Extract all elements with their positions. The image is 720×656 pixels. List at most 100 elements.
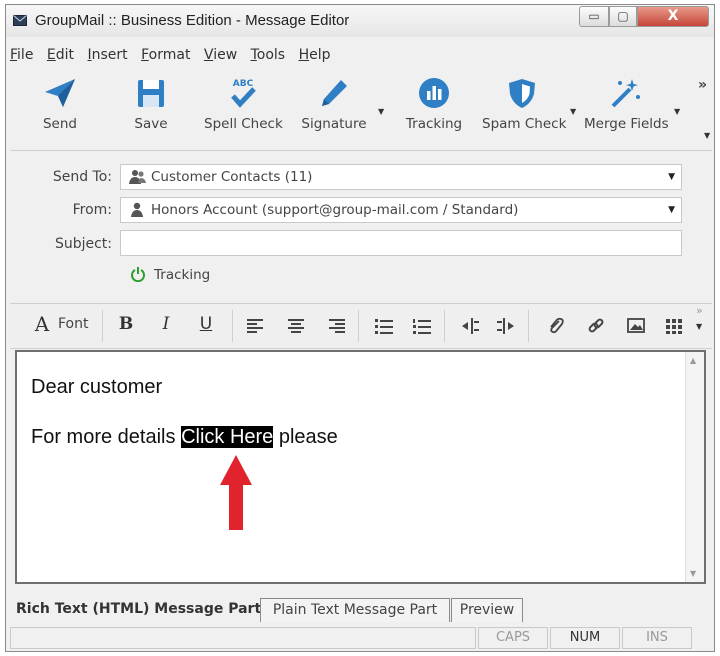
image-icon[interactable] <box>624 317 648 335</box>
main-toolbar: Send Save ABC Spell Check Signature ▼ Tr… <box>18 77 710 143</box>
tracking-indicator[interactable]: Tracking <box>130 266 210 283</box>
align-center-icon[interactable] <box>284 318 308 334</box>
font-label[interactable]: Font <box>58 316 88 332</box>
send-to-label: Send To: <box>52 169 112 185</box>
table-icon[interactable] <box>662 317 686 335</box>
menu-edit[interactable]: Edit <box>47 47 74 63</box>
subject-input[interactable] <box>120 230 682 256</box>
format-toolbar: A Font B I U » ▼ <box>10 303 712 349</box>
toolbar-options-icon[interactable]: ▼ <box>704 131 710 140</box>
send-to-dropdown-icon[interactable]: ▼ <box>668 172 675 182</box>
menu-help[interactable]: Help <box>299 47 331 63</box>
spam-check-dropdown-icon[interactable]: ▼ <box>570 107 576 116</box>
menu-view[interactable]: View <box>204 47 237 63</box>
window-title: GroupMail :: Business Edition - Message … <box>35 12 350 29</box>
from-label: From: <box>72 202 112 218</box>
caps-indicator: CAPS <box>478 627 548 649</box>
editor-scrollbar[interactable]: ▲ ▼ <box>685 352 704 582</box>
italic-button[interactable]: I <box>154 314 178 334</box>
scroll-up-icon[interactable]: ▲ <box>690 356 696 365</box>
num-indicator: NUM <box>550 627 620 649</box>
save-icon <box>138 80 164 107</box>
numbered-list-icon[interactable] <box>410 318 434 334</box>
format-toolbar-options-icon[interactable]: ▼ <box>696 322 702 331</box>
send-to-field[interactable]: Customer Contacts (11) ▼ <box>120 164 682 190</box>
shield-icon <box>509 79 535 108</box>
envelope-icon <box>13 15 27 26</box>
format-toolbar-overflow-icon[interactable]: » <box>696 304 703 317</box>
spell-check-icon: ABC <box>231 79 256 108</box>
ins-indicator: INS <box>622 627 692 649</box>
spam-check-label: Spam Check <box>482 116 567 132</box>
svg-text:ABC: ABC <box>233 79 254 89</box>
spell-check-button[interactable]: ABC Spell Check <box>204 77 283 132</box>
close-button[interactable]: X <box>637 6 709 27</box>
merge-fields-label: Merge Fields <box>584 116 669 132</box>
body-text: For more details <box>31 426 182 448</box>
tracking-status-label: Tracking <box>154 267 211 283</box>
tracking-label: Tracking <box>405 116 463 132</box>
separator <box>528 310 529 342</box>
status-bar: CAPS NUM INS <box>10 627 712 651</box>
message-body-editor[interactable]: Dear customer For more details Click Her… <box>15 350 706 584</box>
separator <box>232 310 233 342</box>
power-icon <box>131 267 145 283</box>
pen-icon <box>322 80 347 106</box>
menu-format[interactable]: Format <box>141 47 190 63</box>
bullet-list-icon[interactable] <box>372 318 396 334</box>
from-field[interactable]: Honors Account (support@group-mail.com /… <box>120 197 682 223</box>
tab-preview[interactable]: Preview <box>451 598 523 622</box>
tab-plain-text[interactable]: Plain Text Message Part <box>260 598 450 622</box>
toolbar-overflow-icon[interactable]: » <box>698 77 707 93</box>
send-to-value: Customer Contacts (11) <box>151 169 313 185</box>
message-editor-window: GroupMail :: Business Edition - Message … <box>5 4 715 652</box>
merge-fields-button[interactable]: Merge Fields <box>584 77 669 132</box>
font-icon[interactable]: A <box>30 312 54 336</box>
link-icon[interactable] <box>584 317 608 335</box>
signature-label: Signature <box>301 116 367 132</box>
signature-dropdown-icon[interactable]: ▼ <box>378 107 384 116</box>
attachment-icon[interactable] <box>544 317 568 335</box>
menu-file[interactable]: File <box>10 47 33 63</box>
align-right-icon[interactable] <box>324 318 348 334</box>
message-header: Send To: Customer Contacts (11) ▼ From: … <box>10 150 712 301</box>
menu-tools[interactable]: Tools <box>251 47 286 63</box>
separator <box>358 310 359 342</box>
signature-button[interactable]: Signature <box>298 77 370 132</box>
outdent-icon[interactable] <box>458 317 482 335</box>
send-icon <box>45 79 75 107</box>
menu-bar: File Edit Insert Format View Tools Help <box>10 47 339 67</box>
tracking-button[interactable]: Tracking <box>403 77 465 132</box>
merge-fields-dropdown-icon[interactable]: ▼ <box>674 107 680 116</box>
send-button[interactable]: Send <box>36 77 84 132</box>
underline-button[interactable]: U <box>194 314 218 334</box>
subject-label: Subject: <box>54 236 112 252</box>
body-text: please <box>273 426 338 448</box>
indent-icon[interactable] <box>494 317 518 335</box>
maximize-button[interactable]: ▢ <box>609 6 637 27</box>
minimize-button[interactable]: ▭ <box>579 6 609 27</box>
save-label: Save <box>134 116 168 132</box>
tab-rich-text[interactable]: Rich Text (HTML) Message Part <box>16 598 261 622</box>
scroll-down-icon[interactable]: ▼ <box>690 569 696 578</box>
magic-wand-icon <box>611 79 640 108</box>
send-label: Send <box>42 116 77 132</box>
group-icon <box>129 170 146 184</box>
from-dropdown-icon[interactable]: ▼ <box>668 205 675 215</box>
spell-check-label: Spell Check <box>204 116 283 132</box>
user-icon <box>131 202 143 217</box>
menu-insert[interactable]: Insert <box>87 47 127 63</box>
separator <box>444 310 445 342</box>
title-bar: GroupMail :: Business Edition - Message … <box>6 5 714 37</box>
align-left-icon[interactable] <box>244 318 268 334</box>
click-here-link[interactable]: Click Here <box>181 426 274 448</box>
red-arrow-icon <box>220 455 252 530</box>
status-message <box>10 627 476 649</box>
from-value: Honors Account (support@group-mail.com /… <box>151 202 519 218</box>
save-button[interactable]: Save <box>126 77 176 132</box>
bold-button[interactable]: B <box>114 314 138 334</box>
body-line-greeting: Dear customer <box>31 376 163 398</box>
separator <box>102 310 103 342</box>
body-line-details: For more details Click Here please <box>31 426 338 449</box>
spam-check-button[interactable]: Spam Check <box>482 77 567 132</box>
